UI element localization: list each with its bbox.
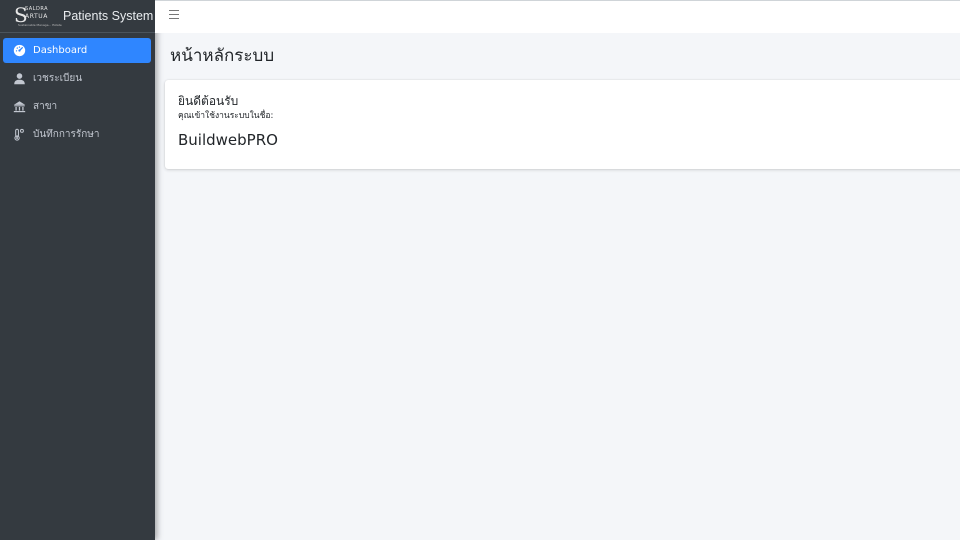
gauge-icon <box>12 44 26 58</box>
sidebar-item-label: เวชระเบียน <box>33 73 83 84</box>
username-text: BuildwebPRO <box>178 131 278 149</box>
sidebar-item-medical-records[interactable]: เวชระเบียน <box>3 66 151 91</box>
sidebar-item-label: สาขา <box>33 101 58 112</box>
top-navbar <box>155 0 960 33</box>
brand-logo: S SALDRA ARTUA Sustainable Manage... Est… <box>14 3 62 27</box>
sidebar-item-label: Dashboard <box>33 45 88 56</box>
sidebar-item-dashboard[interactable]: Dashboard <box>3 38 151 63</box>
sidebar-item-branches[interactable]: สาขา <box>3 94 151 119</box>
thermometer-icon <box>12 128 26 142</box>
user-icon <box>12 72 26 86</box>
brand-link[interactable]: S SALDRA ARTUA Sustainable Manage... Est… <box>0 0 155 33</box>
sidebar-item-label: บันทึกการรักษา <box>33 129 100 140</box>
sidebar-item-treatment-records[interactable]: บันทึกการรักษา <box>3 122 151 147</box>
sidebar: S SALDRA ARTUA Sustainable Manage... Est… <box>0 0 155 540</box>
brand-title: Patients System <box>63 9 154 23</box>
page-title: หน้าหลักระบบ <box>170 46 275 66</box>
sidebar-nav: Dashboard เวชระเบียน สาขา บันทึกการรักษา <box>0 33 155 147</box>
building-icon <box>12 100 26 114</box>
login-as-text: คุณเข้าใช้งานระบบในชื่อ: <box>178 111 274 121</box>
hamburger-icon[interactable] <box>169 10 179 22</box>
welcome-card: ยินดีต้อนรับ คุณเข้าใช้งานระบบในชื่อ: Bu… <box>165 80 960 169</box>
